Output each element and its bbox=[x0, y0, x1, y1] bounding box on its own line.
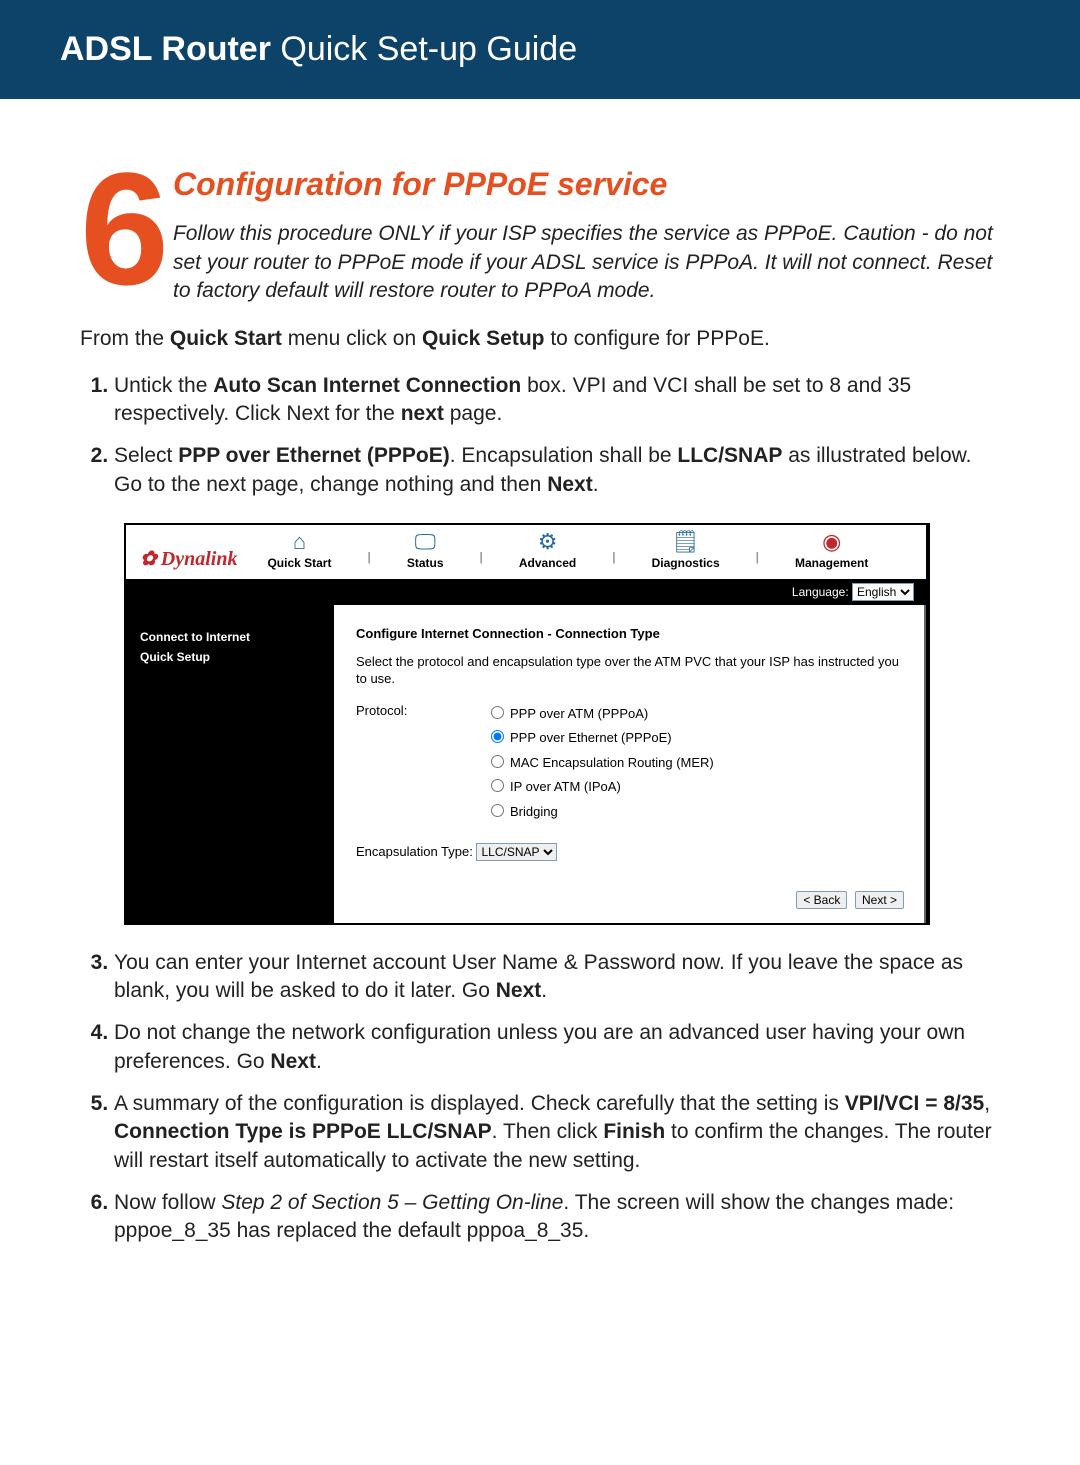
radio-pppoe[interactable]: PPP over Ethernet (PPPoE) bbox=[486, 726, 714, 747]
protocol-options: PPP over ATM (PPPoA) PPP over Ethernet (… bbox=[486, 702, 714, 825]
radio-ipoa[interactable]: IP over ATM (IPoA) bbox=[486, 775, 714, 796]
sidebar-item-connect[interactable]: Connect to Internet bbox=[140, 629, 320, 645]
section: 6 Configuration for PPPoE service Follow… bbox=[80, 159, 1000, 325]
step-5: A summary of the configuration is displa… bbox=[114, 1090, 1000, 1175]
language-select[interactable]: English bbox=[852, 583, 914, 601]
step-1: Untick the Auto Scan Internet Connection… bbox=[114, 372, 1000, 429]
language-label: Language: bbox=[792, 585, 849, 599]
router-main: Configure Internet Connection - Connecti… bbox=[334, 605, 926, 922]
tab-status[interactable]: 🖵Status bbox=[407, 531, 444, 571]
encapsulation-row: Encapsulation Type: LLC/SNAP bbox=[356, 843, 904, 861]
router-tabs: ⌂Quick Start | 🖵Status | ⚙Advanced | 🗒Di… bbox=[267, 531, 868, 577]
brand-icon: ✿ bbox=[140, 546, 157, 573]
panel-title: Configure Internet Connection - Connecti… bbox=[356, 625, 904, 643]
step-2: Select PPP over Ethernet (PPPoE). Encaps… bbox=[114, 442, 1000, 924]
language-bar: Language: English bbox=[126, 579, 926, 605]
encapsulation-select[interactable]: LLC/SNAP bbox=[476, 843, 557, 861]
step-3: You can enter your Internet account User… bbox=[114, 949, 1000, 1006]
radio-pppoa[interactable]: PPP over ATM (PPPoA) bbox=[486, 702, 714, 723]
router-top-bar: ✿ Dynalink ⌂Quick Start | 🖵Status | ⚙Adv… bbox=[126, 525, 926, 579]
router-sidebar: Connect to Internet Quick Setup bbox=[126, 605, 334, 922]
title-rest: Quick Set-up Guide bbox=[271, 30, 577, 68]
clipboard-icon: 🗒 bbox=[652, 531, 720, 553]
lead-text: From the Quick Start menu click on Quick… bbox=[80, 325, 1000, 353]
router-screenshot: ✿ Dynalink ⌂Quick Start | 🖵Status | ⚙Adv… bbox=[124, 523, 930, 925]
protocol-row: Protocol: PPP over ATM (PPPoA) PPP over … bbox=[356, 702, 904, 825]
panel-desc: Select the protocol and encapsulation ty… bbox=[356, 653, 904, 688]
title-bold: ADSL Router bbox=[60, 30, 271, 68]
tab-quick-start[interactable]: ⌂Quick Start bbox=[267, 531, 331, 571]
steps-list: Untick the Auto Scan Internet Connection… bbox=[84, 372, 1000, 1246]
page-title: ADSL Router Quick Set-up Guide bbox=[60, 30, 577, 68]
next-button[interactable]: Next > bbox=[855, 891, 904, 909]
section-heading: Configuration for PPPoE service bbox=[173, 163, 1000, 206]
intro-text: Follow this procedure ONLY if your ISP s… bbox=[173, 220, 1000, 305]
nav-buttons: < Back Next > bbox=[356, 891, 904, 909]
brand-logo: ✿ Dynalink bbox=[140, 546, 237, 577]
tab-diagnostics[interactable]: 🗒Diagnostics bbox=[652, 531, 720, 571]
tab-management[interactable]: ◉Management bbox=[795, 531, 868, 571]
encapsulation-label: Encapsulation Type: bbox=[356, 844, 473, 859]
router-body: Connect to Internet Quick Setup Configur… bbox=[126, 605, 926, 922]
page-header: ADSL Router Quick Set-up Guide bbox=[0, 0, 1080, 99]
gear-icon: ⚙ bbox=[519, 531, 576, 553]
section-number: 6 bbox=[80, 169, 163, 289]
sidebar-item-quick-setup[interactable]: Quick Setup bbox=[140, 649, 320, 665]
monitor-icon: 🖵 bbox=[407, 531, 444, 553]
radio-mer[interactable]: MAC Encapsulation Routing (MER) bbox=[486, 751, 714, 772]
page-body: 6 Configuration for PPPoE service Follow… bbox=[0, 99, 1080, 1300]
management-icon: ◉ bbox=[795, 531, 868, 553]
section-body: Configuration for PPPoE service Follow t… bbox=[173, 159, 1000, 325]
router-icon: ⌂ bbox=[267, 531, 331, 553]
tab-advanced[interactable]: ⚙Advanced bbox=[519, 531, 576, 571]
back-button[interactable]: < Back bbox=[796, 891, 847, 909]
step-4: Do not change the network configuration … bbox=[114, 1019, 1000, 1076]
step-6: Now follow Step 2 of Section 5 – Getting… bbox=[114, 1189, 1000, 1246]
protocol-label: Protocol: bbox=[356, 702, 486, 825]
radio-bridging[interactable]: Bridging bbox=[486, 800, 714, 821]
